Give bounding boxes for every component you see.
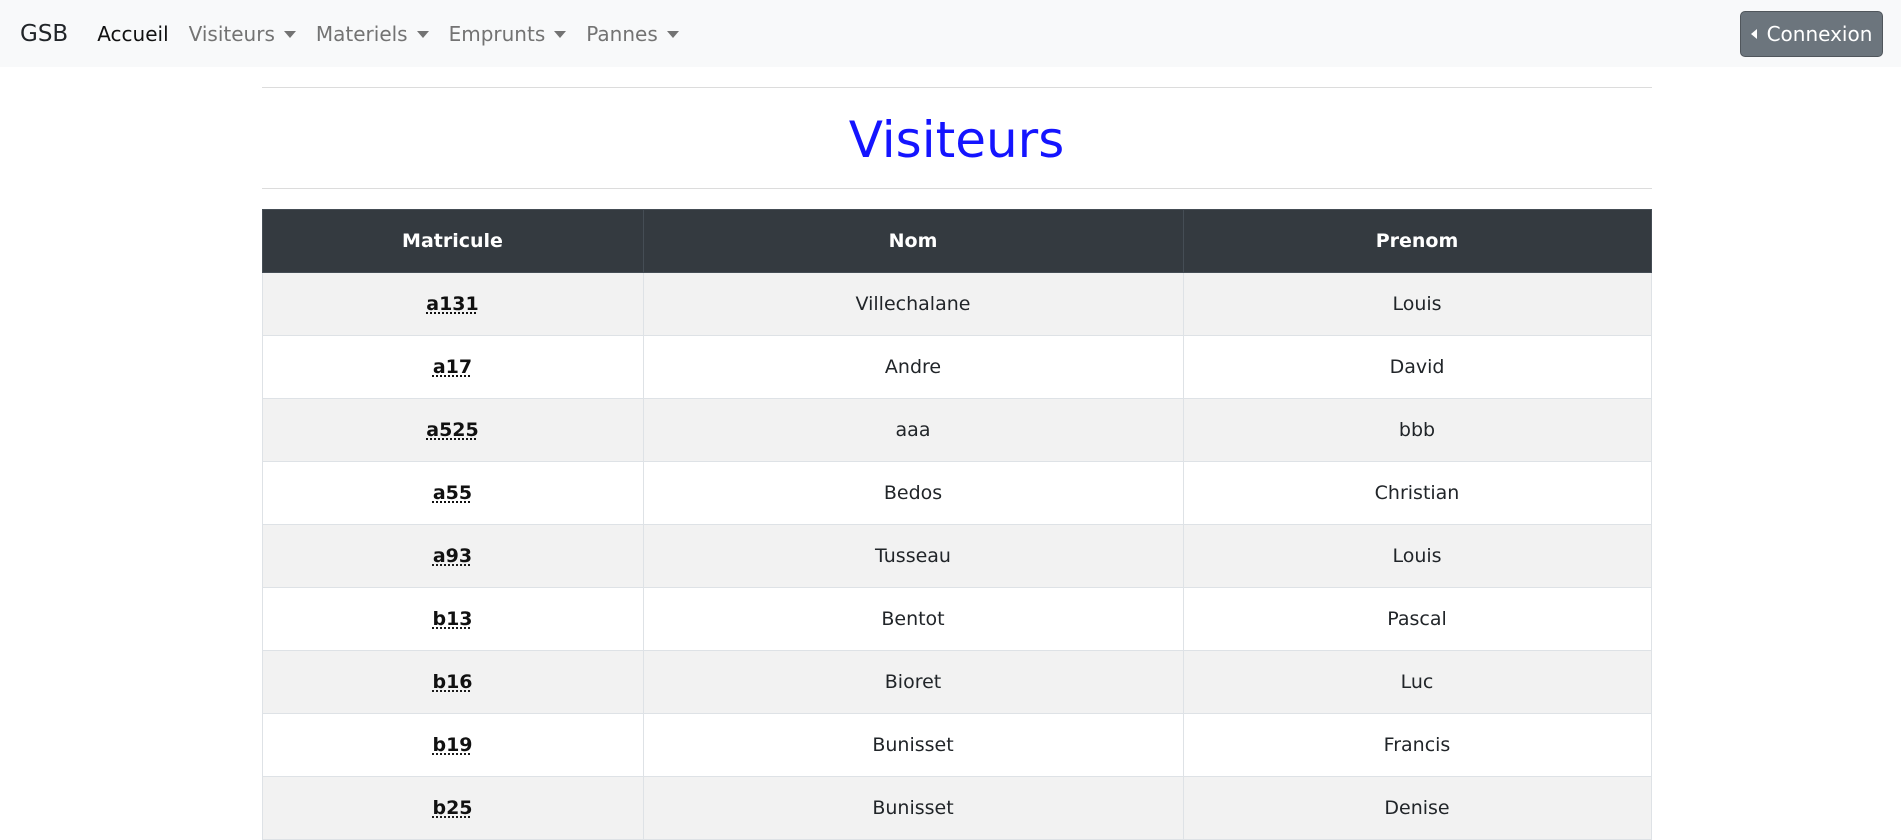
table-row: b13 Bentot Pascal (261, 587, 1652, 651)
chevron-down-icon (416, 31, 429, 38)
visitors-table: Matricule Nom Prenom a131 Villechalane Lou… (261, 209, 1652, 840)
navbar: GSB Accueil Visiteurs Materiels Emprunts Pan… (0, 0, 1901, 67)
matricule-link[interactable]: a93 (433, 545, 472, 567)
cell-prenom: Francis (1182, 713, 1652, 777)
cell-matricule: a525 (261, 398, 644, 462)
table-row: b25 Bunisset Denise (261, 776, 1652, 840)
cell-prenom: Christian (1182, 461, 1652, 525)
nav-item-label: Visiteurs (188, 21, 275, 46)
table-row: a525 aaa bbb (261, 398, 1652, 462)
chevron-down-icon (554, 31, 567, 38)
cell-matricule: a55 (261, 461, 644, 525)
nav-item-emprunts[interactable]: Emprunts (449, 22, 567, 46)
chevron-down-icon (283, 31, 296, 38)
nav-item-label: Pannes (586, 21, 658, 46)
cell-nom: Bentot (642, 587, 1184, 651)
matricule-link[interactable]: a55 (433, 482, 472, 504)
cell-nom: Andre (642, 335, 1184, 399)
login-button[interactable]: Connexion (1740, 10, 1883, 57)
cell-matricule: b19 (261, 713, 644, 777)
chevron-down-icon (666, 31, 679, 38)
nav-item-label: Materiels (315, 21, 408, 46)
table-row: a131 Villechalane Louis (261, 272, 1652, 336)
header-nom: Nom (642, 209, 1184, 273)
cell-prenom: bbb (1182, 398, 1652, 462)
cell-prenom: Denise (1182, 776, 1652, 840)
nav-item-pannes[interactable]: Pannes (586, 22, 679, 46)
header-matricule: Matricule (261, 209, 644, 273)
matricule-link[interactable]: b13 (432, 608, 472, 630)
nav-item-visiteurs[interactable]: Visiteurs (189, 22, 296, 46)
cell-matricule: b25 (261, 776, 644, 840)
title-divider-bottom (261, 188, 1652, 189)
table-body: a131 Villechalane Louis a17 Andre David a525 aa… (261, 272, 1652, 840)
nav-item-materiels[interactable]: Materiels (316, 22, 429, 46)
table-row: a93 Tusseau Louis (261, 524, 1652, 588)
cell-prenom: Louis (1182, 272, 1652, 336)
matricule-link[interactable]: a17 (433, 356, 472, 378)
matricule-link[interactable]: b16 (432, 671, 472, 693)
main-container: Visiteurs Matricule Nom Prenom a131 Ville… (261, 67, 1652, 840)
cell-nom: Villechalane (642, 272, 1184, 336)
nav-item-label: Emprunts (448, 21, 546, 46)
table-row: a17 Andre David (261, 335, 1652, 399)
cell-nom: Bioret (642, 650, 1184, 714)
matricule-link[interactable]: b25 (432, 797, 472, 819)
caret-left-icon (1750, 28, 1757, 39)
cell-nom: aaa (642, 398, 1184, 462)
header-prenom: Prenom (1182, 209, 1652, 273)
table-row: b16 Bioret Luc (261, 650, 1652, 714)
cell-matricule: a17 (261, 335, 644, 399)
table-header-row: Matricule Nom Prenom (261, 209, 1652, 273)
cell-matricule: a93 (261, 524, 644, 588)
cell-matricule: a131 (261, 272, 644, 336)
nav-item-accueil[interactable]: Accueil (97, 22, 168, 46)
table-head: Matricule Nom Prenom (261, 209, 1652, 273)
cell-nom: Tusseau (642, 524, 1184, 588)
matricule-link[interactable]: b19 (432, 734, 472, 756)
cell-prenom: Pascal (1182, 587, 1652, 651)
cell-nom: Bedos (642, 461, 1184, 525)
cell-nom: Bunisset (642, 713, 1184, 777)
table-row: a55 Bedos Christian (261, 461, 1652, 525)
cell-nom: Bunisset (642, 776, 1184, 840)
login-button-label: Connexion (1766, 21, 1873, 46)
matricule-link[interactable]: a131 (426, 293, 478, 315)
cell-matricule: b16 (261, 650, 644, 714)
cell-prenom: Luc (1182, 650, 1652, 714)
nav-menu: Accueil Visiteurs Materiels Emprunts Pannes (97, 22, 699, 46)
brand-link[interactable]: GSB (20, 21, 68, 47)
cell-prenom: David (1182, 335, 1652, 399)
nav-item-label: Accueil (97, 21, 169, 46)
cell-prenom: Louis (1182, 524, 1652, 588)
matricule-link[interactable]: a525 (426, 419, 478, 441)
page-title: Visiteurs (848, 111, 1065, 169)
table-row: b19 Bunisset Francis (261, 713, 1652, 777)
cell-matricule: b13 (261, 587, 644, 651)
